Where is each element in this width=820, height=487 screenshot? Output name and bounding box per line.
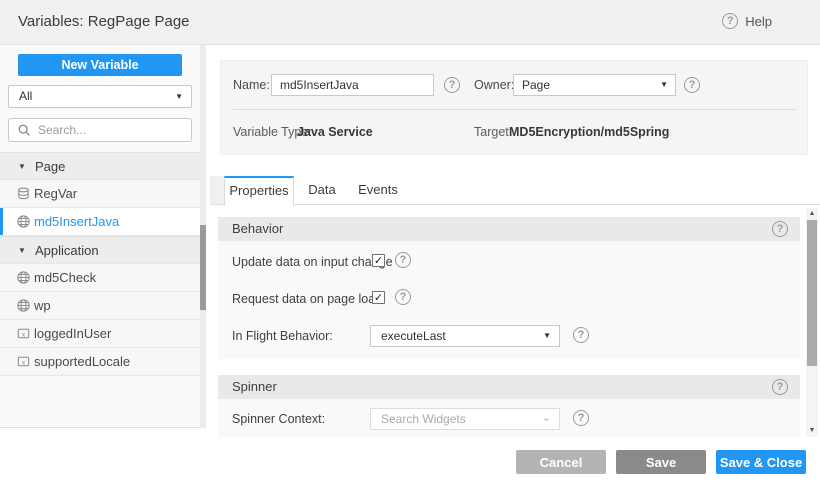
behavior-section-title: Behavior <box>232 221 283 236</box>
service-icon <box>16 214 32 230</box>
in-flight-help-icon[interactable] <box>573 327 589 343</box>
filter-selected-value: All <box>19 89 32 103</box>
owner-help-icon[interactable] <box>684 77 700 93</box>
spinner-section-title: Spinner <box>232 379 277 394</box>
group-label: Page <box>35 159 65 174</box>
spinner-context-placeholder: Search Widgets <box>381 412 466 426</box>
spinner-context-label: Spinner Context: <box>232 412 325 426</box>
name-help-icon[interactable] <box>444 77 460 93</box>
tab-bar-spacer <box>210 176 224 205</box>
service-icon <box>16 270 32 286</box>
scroll-down-arrow-icon[interactable]: ▼ <box>806 425 818 437</box>
chevron-down-icon: ⌄ <box>542 408 551 428</box>
spinner-context-select[interactable]: Search Widgets ⌄ <box>370 408 560 430</box>
spinner-section-body: Spinner Context: Search Widgets ⌄ <box>218 399 800 437</box>
chevron-down-icon: ▼ <box>543 326 551 346</box>
content-scrollbar[interactable]: ▲ ▼ <box>806 208 818 437</box>
tree-item-md5insertjava[interactable]: md5InsertJava <box>0 208 200 236</box>
tree-item-supportedlocale[interactable]: x supportedLocale <box>0 348 200 376</box>
tree-item-label: wp <box>34 298 51 313</box>
properties-tab-content: Behavior Update data on input change Req… <box>210 205 806 437</box>
scroll-up-arrow-icon[interactable]: ▲ <box>806 208 818 220</box>
tree-item-wp[interactable]: wp <box>0 292 200 320</box>
help-button[interactable]: Help <box>722 13 772 29</box>
in-flight-label: In Flight Behavior: <box>232 329 333 343</box>
variables-tree: ▼ Page RegVar md5InsertJava ▼ Applicatio… <box>0 152 200 376</box>
tree-item-loggedinuser[interactable]: x loggedInUser <box>0 320 200 348</box>
panel-divider <box>233 109 797 110</box>
tree-item-label: md5Check <box>34 270 96 285</box>
tree-item-label: RegVar <box>34 186 77 201</box>
tree-group-application[interactable]: ▼ Application <box>0 236 200 264</box>
tree-item-label: md5InsertJava <box>34 214 119 229</box>
cancel-button[interactable]: Cancel <box>516 450 606 474</box>
service-icon <box>16 298 32 314</box>
update-data-checkbox[interactable] <box>372 254 385 267</box>
tab-properties[interactable]: Properties <box>224 176 294 206</box>
sidebar-scrollbar-thumb[interactable] <box>200 225 206 310</box>
spinner-context-help-icon[interactable] <box>573 410 589 426</box>
update-data-label: Update data on input change <box>232 255 393 269</box>
update-data-help-icon[interactable] <box>395 252 411 268</box>
variable-filter-select[interactable]: All ▼ <box>8 85 192 108</box>
variable-icon: x <box>16 354 32 370</box>
caret-down-icon: ▼ <box>18 162 35 171</box>
tree-item-label: supportedLocale <box>34 354 130 369</box>
dialog-header: Variables: RegPage Page Help <box>0 0 820 45</box>
search-input[interactable] <box>38 123 183 137</box>
in-flight-select[interactable]: executeLast ▼ <box>370 325 560 347</box>
new-variable-button[interactable]: New Variable <box>18 54 182 76</box>
target-value: MD5Encryption/md5Spring <box>509 125 669 139</box>
save-close-button[interactable]: Save & Close <box>716 450 806 474</box>
caret-down-icon: ▼ <box>18 246 35 255</box>
variable-icon: x <box>16 326 32 342</box>
tree-item-label: loggedInUser <box>34 326 111 341</box>
group-label: Application <box>35 243 99 258</box>
request-data-checkbox[interactable] <box>372 291 385 304</box>
spinner-section-header: Spinner <box>218 375 800 399</box>
tab-bar: Properties Data Events <box>210 176 820 205</box>
variables-sidebar: New Variable All ▼ ▼ Page RegVar <box>0 45 200 428</box>
chevron-down-icon: ▼ <box>660 75 668 95</box>
behavior-section-header: Behavior <box>218 217 800 241</box>
target-label: Target: <box>474 125 512 139</box>
owner-select[interactable]: Page ▼ <box>513 74 676 96</box>
tree-item-regvar[interactable]: RegVar <box>0 180 200 208</box>
database-icon <box>16 186 32 202</box>
footer-bar: Cancel Save Save & Close <box>210 437 820 487</box>
owner-selected-value: Page <box>522 78 550 92</box>
request-data-label: Request data on page load <box>232 292 382 306</box>
page-title: Variables: RegPage Page <box>18 13 190 30</box>
variable-summary-panel: Name:* Owner:* Page ▼ Variable Type: Jav… <box>220 60 808 155</box>
behavior-section-body: Update data on input change Request data… <box>218 241 800 359</box>
tree-group-page[interactable]: ▼ Page <box>0 152 200 180</box>
tree-item-md5check[interactable]: md5Check <box>0 264 200 292</box>
name-input[interactable] <box>271 74 434 96</box>
variables-dialog: Variables: RegPage Page Help New Variabl… <box>0 0 820 487</box>
help-circle-icon <box>722 13 738 29</box>
search-icon <box>17 123 32 138</box>
in-flight-selected-value: executeLast <box>381 329 446 343</box>
tab-data[interactable]: Data <box>294 176 350 205</box>
content-scrollbar-thumb[interactable] <box>807 220 817 366</box>
chevron-down-icon: ▼ <box>175 86 183 107</box>
behavior-help-icon[interactable] <box>772 221 788 237</box>
help-label: Help <box>745 14 772 29</box>
sidebar-scrollbar[interactable] <box>200 45 206 428</box>
tab-events[interactable]: Events <box>350 176 406 205</box>
spinner-help-icon[interactable] <box>772 379 788 395</box>
request-data-help-icon[interactable] <box>395 289 411 305</box>
variable-search[interactable] <box>8 118 192 142</box>
variable-type-value: Java Service <box>297 125 373 139</box>
save-button[interactable]: Save <box>616 450 706 474</box>
